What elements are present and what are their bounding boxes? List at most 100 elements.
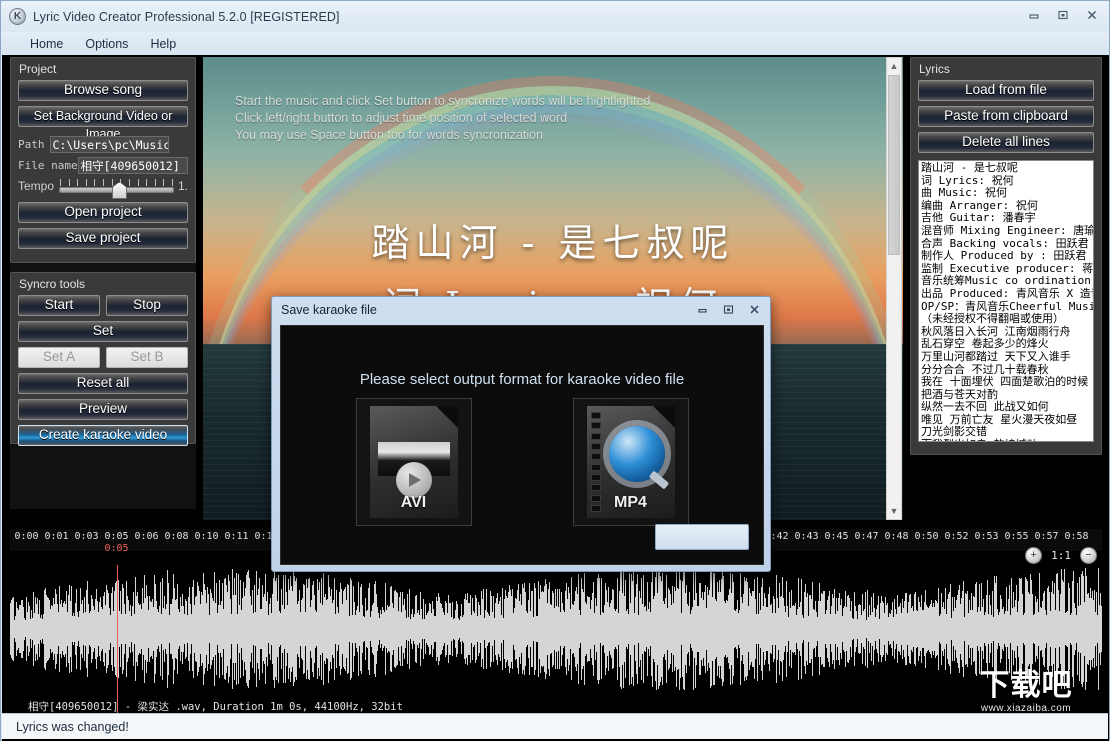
create-karaoke-video-button[interactable]: Create karaoke video — [18, 425, 188, 446]
lyrics-line[interactable]: 制作人 Produced by : 田跃君 — [921, 250, 1091, 263]
timeline-tick: 0:52 — [944, 531, 968, 542]
timeline-position-marker: 0:05 — [104, 543, 128, 551]
lyrics-line[interactable]: 而我裂出如赤 乾坤撼动 — [921, 439, 1091, 442]
playhead-marker[interactable] — [117, 565, 118, 715]
mp4-label: MP4 — [587, 494, 675, 512]
status-message: Lyrics was changed! — [16, 720, 129, 734]
file-name-row: File name 相守[409650012] - 梁 — [18, 157, 188, 174]
sync-hint-text: Start the music and click Set button to … — [235, 93, 651, 144]
lyrics-line[interactable]: 曲 Music: 祝何 — [921, 187, 1091, 200]
lyrics-group: Lyrics Load from file Paste from clipboa… — [910, 57, 1102, 455]
tempo-slider[interactable] — [59, 187, 174, 193]
status-bar: Lyrics was changed! — [2, 713, 1108, 739]
timeline-tick: 0:06 — [134, 531, 158, 542]
title-bar: K Lyric Video Creator Professional 5.2.0… — [1, 1, 1109, 32]
waveform-canvas[interactable] — [10, 565, 1102, 693]
dialog-close-icon[interactable] — [744, 300, 764, 318]
project-group-title: Project — [11, 58, 195, 78]
video-lyric-line-1: 踏山河 - 是七叔呢 — [203, 212, 903, 267]
format-options: AVI MP4 — [281, 398, 763, 526]
load-from-file-button[interactable]: Load from file — [918, 80, 1094, 101]
path-label: Path — [18, 138, 45, 151]
browse-song-button[interactable]: Browse song — [18, 80, 188, 101]
path-value[interactable]: C:\Users\pc\Music\相守[ — [50, 136, 169, 153]
site-watermark: 下载吧 www.xiazaiba.com — [956, 665, 1096, 719]
tempo-value: 1. — [178, 179, 188, 193]
save-karaoke-file-dialog: Save karaoke file Please select output f… — [271, 296, 771, 572]
scroll-down-icon[interactable]: ▼ — [887, 503, 901, 519]
timeline-tick: 0:50 — [914, 531, 938, 542]
close-icon[interactable] — [1079, 5, 1105, 25]
lyrics-line[interactable]: 混音师 Mixing Engineer: 唐瑜 — [921, 225, 1091, 238]
lyrics-line[interactable]: 万里山河都踏过 天下又入谁手 — [921, 351, 1091, 364]
timeline-tick: 0:08 — [164, 531, 188, 542]
avi-format-option[interactable]: AVI — [356, 398, 472, 526]
lyrics-text-list[interactable]: 踏山河 - 是七叔呢词 Lyrics: 祝何曲 Music: 祝何编曲 Arra… — [918, 160, 1094, 442]
menu-item-home[interactable]: Home — [19, 34, 74, 54]
menu-item-help[interactable]: Help — [139, 34, 187, 54]
waveform-view[interactable]: 相守[409650012] - 梁实达 .wav, Duration 1m 0s… — [10, 565, 1102, 725]
timeline-tick: 0:53 — [974, 531, 998, 542]
zoom-in-icon[interactable]: + — [1025, 547, 1042, 564]
hint-line-1: Start the music and click Set button to … — [235, 93, 651, 110]
zoom-out-icon[interactable]: − — [1080, 547, 1097, 564]
tempo-row: Tempo 1. — [18, 179, 188, 193]
lyrics-line[interactable]: 出品 Produced: 青风音乐 X 造音 — [921, 288, 1091, 301]
timeline-tick: 0:01 — [44, 531, 68, 542]
lyrics-line[interactable]: 踏山河 - 是七叔呢 — [921, 162, 1091, 175]
dialog-confirm-button[interactable] — [655, 524, 749, 550]
mp4-file-icon: MP4 — [587, 406, 675, 518]
timeline-tick: 0:45 — [824, 531, 848, 542]
app-logo-icon: K — [9, 8, 26, 25]
scroll-up-icon[interactable]: ▲ — [887, 58, 901, 74]
video-vertical-scrollbar[interactable]: ▲ ▼ — [886, 57, 902, 520]
delete-all-lines-button[interactable]: Delete all lines — [918, 132, 1094, 153]
dialog-minimize-icon[interactable] — [692, 300, 712, 318]
paste-from-clipboard-button[interactable]: Paste from clipboard — [918, 106, 1094, 127]
timeline-zoom-controls: + 1:1 − — [1025, 547, 1097, 564]
set-a-button: Set A — [18, 347, 100, 368]
dialog-maximize-icon[interactable] — [718, 300, 738, 318]
quicktime-icon — [609, 426, 665, 482]
lyrics-group-title: Lyrics — [911, 58, 1101, 78]
timeline-tick: 0:47 — [854, 531, 878, 542]
lyrics-line[interactable]: 我在 十面埋伏 四面楚歌泊的时候 — [921, 376, 1091, 389]
timeline-tick: 0:10 — [194, 531, 218, 542]
menu-item-options[interactable]: Options — [74, 34, 139, 54]
waveform-sample — [1101, 606, 1102, 652]
set-background-button[interactable]: Set Background Video or Image — [18, 106, 188, 127]
lyrics-line[interactable]: 纵然一去不回 此战又如何 — [921, 401, 1091, 414]
timeline-tick: 0:05 — [104, 531, 128, 542]
save-project-button[interactable]: Save project — [18, 228, 188, 249]
lyrics-panel: Lyrics Load from file Paste from clipboa… — [910, 57, 1102, 509]
scrollbar-thumb[interactable] — [888, 75, 900, 255]
maximize-icon[interactable] — [1050, 5, 1076, 25]
preview-button[interactable]: Preview — [18, 399, 188, 420]
file-name-value[interactable]: 相守[409650012] - 梁 — [78, 157, 188, 174]
project-group: Project Browse song Set Background Video… — [10, 57, 196, 263]
watermark-url-text: www.xiazaiba.com — [981, 703, 1071, 714]
workspace: Project Browse song Set Background Video… — [2, 55, 1109, 741]
dialog-body: Please select output format for karaoke … — [280, 325, 764, 565]
open-project-button[interactable]: Open project — [18, 202, 188, 223]
lyrics-line[interactable]: （未经授权不得翻唱或使用） — [921, 313, 1091, 326]
reset-all-button[interactable]: Reset all — [18, 373, 188, 394]
hint-line-2: Click left/right button to adjust time p… — [235, 110, 651, 127]
hint-line-3: You may use Space button too for words s… — [235, 127, 651, 144]
set-button[interactable]: Set — [18, 321, 188, 342]
left-panel: Project Browse song Set Background Video… — [10, 57, 196, 509]
timeline-tick: 0:00 — [14, 531, 38, 542]
timeline-tick: 0:58 — [1064, 531, 1088, 542]
audio-file-info: 相守[409650012] - 梁实达 .wav, Duration 1m 0s… — [28, 699, 403, 714]
timeline-tick: 0:57 — [1034, 531, 1058, 542]
file-name-label: File name — [18, 159, 78, 172]
menu-bar: Home Options Help — [1, 32, 1109, 55]
watermark-main-text: 下载吧 — [980, 671, 1073, 701]
start-button[interactable]: Start — [18, 295, 100, 316]
stop-button[interactable]: Stop — [106, 295, 188, 316]
play-icon — [396, 462, 432, 498]
timeline-tick: 0:03 — [74, 531, 98, 542]
avi-file-icon: AVI — [370, 406, 458, 518]
minimize-icon[interactable] — [1021, 5, 1047, 25]
mp4-format-option[interactable]: MP4 — [573, 398, 689, 526]
